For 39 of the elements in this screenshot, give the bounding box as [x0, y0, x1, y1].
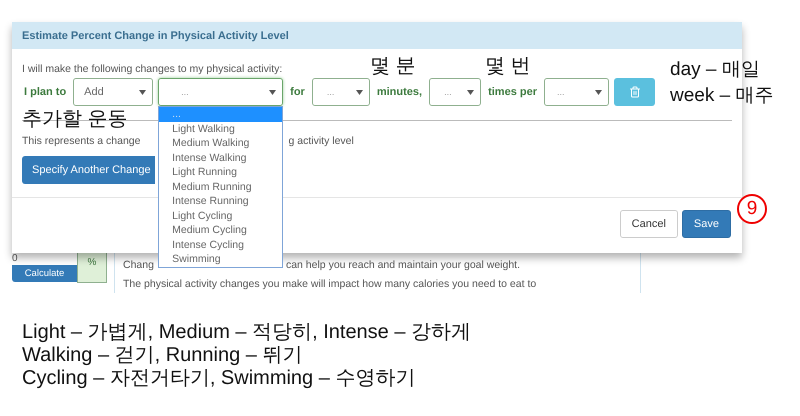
minutes-select[interactable]: ... [312, 78, 370, 106]
caret-icon [269, 90, 276, 94]
step-marker: 9 [737, 194, 767, 224]
dialog-title: Estimate Percent Change in Physical Activity Level [12, 22, 742, 49]
activity-option[interactable]: Light Walking [159, 122, 282, 136]
annotation-text: 몇 번 [485, 55, 531, 77]
annotation-text: day – 매일 [670, 60, 760, 81]
plan-label: I plan to [24, 86, 66, 98]
save-button[interactable]: Save [682, 210, 731, 238]
caret-icon [139, 90, 146, 94]
period-select[interactable]: ... [544, 78, 609, 106]
activity-select[interactable]: ... [158, 78, 284, 106]
caret-icon [467, 90, 474, 94]
legend-line: Walking – 걷기, Running – 뛰기 [22, 344, 302, 367]
body-text: can help you reach and maintain your goal weight. [286, 259, 520, 271]
summary-text: g activity level [288, 135, 354, 147]
summary-text: This represents a change [22, 135, 140, 147]
body-text: The physical activity changes you make will impact how many calories you need to eat to [123, 278, 536, 290]
for-label: for [290, 86, 305, 98]
trash-icon [628, 86, 640, 98]
action-select[interactable]: Add [73, 78, 154, 106]
legend-line: Light – 가볍게, Medium – 적당히, Intense – 강하게 [22, 321, 472, 344]
caret-icon [356, 90, 363, 94]
annotation-text: 추가할 운동 [22, 108, 128, 130]
delete-button[interactable] [614, 78, 655, 106]
add-change-button[interactable]: Specify Another Change [22, 156, 155, 184]
annotation-text: week – 매주 [670, 86, 774, 107]
annotation-text: 몇 분 [370, 55, 416, 77]
calculate-button[interactable]: Calculate [12, 265, 77, 282]
cancel-button[interactable]: Cancel [620, 210, 678, 238]
intro-text: I will make the following changes to my physical activity: [22, 63, 282, 75]
times-select[interactable]: ... [429, 78, 482, 106]
percent-addon: % [77, 253, 107, 283]
times-label: times per [488, 86, 537, 98]
minutes-label: minutes, [376, 86, 422, 98]
caret-icon [595, 90, 602, 94]
body-text: Chang [123, 259, 154, 271]
legend-line: Cycling – 자전거타기, Swimming – 수영하기 [22, 367, 416, 390]
value-text: 0 [12, 253, 18, 265]
